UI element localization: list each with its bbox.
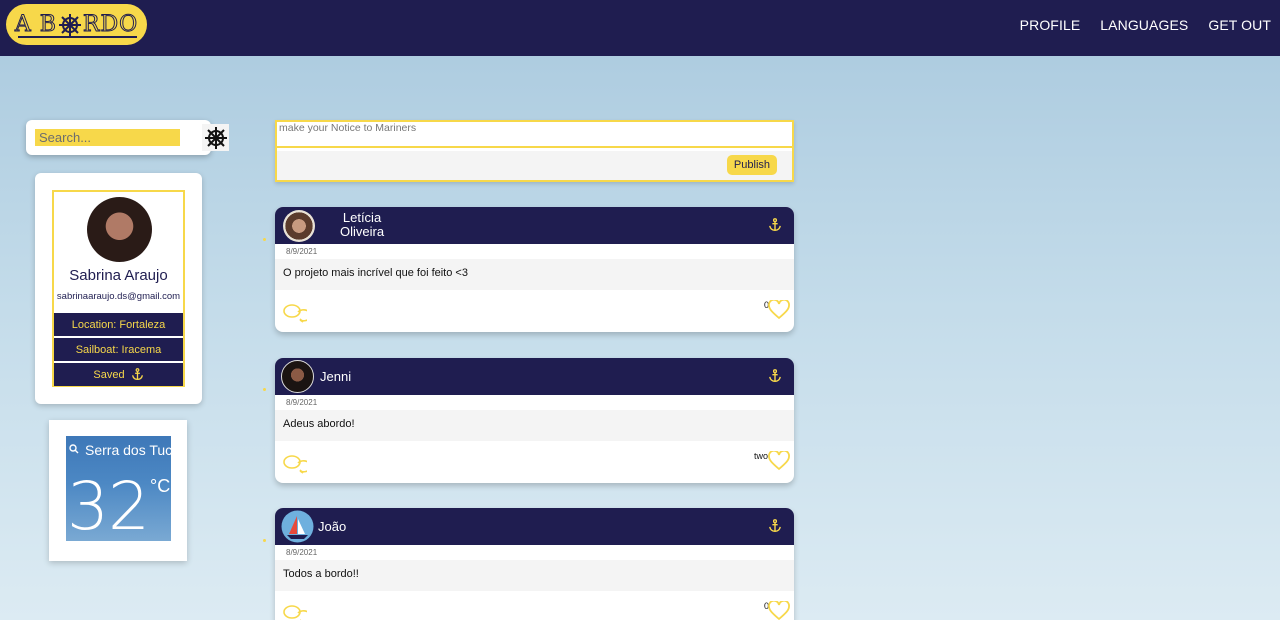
- avatar[interactable]: [87, 197, 152, 262]
- comment-icon[interactable]: [283, 454, 307, 474]
- post-date: 8/9/2021: [286, 548, 318, 557]
- abordo-logo[interactable]: A B RDO: [6, 4, 147, 45]
- bullet-dot: [263, 238, 266, 241]
- post-author[interactable]: Jenni: [320, 369, 351, 384]
- logo-text-right: RDO: [82, 12, 139, 38]
- search-card: [26, 120, 229, 155]
- logo-underline: [18, 36, 137, 38]
- nav-languages-link[interactable]: LANGUAGES: [1100, 17, 1188, 33]
- publish-button[interactable]: Publish: [726, 155, 777, 175]
- nav-profile-link[interactable]: PROFILE: [1020, 17, 1081, 33]
- logo-wordmark: A B RDO: [14, 12, 139, 38]
- author-first-name: Letícia: [342, 210, 382, 225]
- post-header: Letícia Oliveira: [275, 207, 794, 244]
- profile-card: Sabrina Araujo sabrinaaraujo.ds@gmail.co…: [35, 173, 202, 404]
- profile-email: sabrinaaraujo.ds@gmail.com: [56, 291, 181, 302]
- heart-icon[interactable]: [768, 451, 790, 471]
- anchor-icon: [131, 368, 143, 381]
- profile-details: Sabrina Araujo sabrinaaraujo.ds@gmail.co…: [52, 190, 185, 387]
- compose-toolbar: Publish: [277, 151, 792, 180]
- like-count: two: [754, 451, 769, 461]
- saved-label: Saved: [93, 368, 125, 381]
- anchor-icon[interactable]: [768, 369, 782, 383]
- post-text: O projeto mais incrível que foi feito <3: [275, 259, 794, 290]
- main-nav: PROFILE LANGUAGES GET OUT: [1020, 17, 1271, 33]
- post-date: 8/9/2021: [286, 247, 318, 256]
- search-input[interactable]: [35, 129, 180, 146]
- post-card: João 8/9/2021 Todos a bordo!! 0: [275, 508, 794, 620]
- weather-panel[interactable]: Serra dos Tuc 32 °C: [66, 436, 171, 541]
- post-author[interactable]: Letícia Oliveira: [340, 211, 384, 239]
- logo-text-left: A B: [14, 12, 57, 38]
- post-card: Letícia Oliveira 8/9/2021 O projeto mais…: [275, 207, 794, 332]
- comment-icon[interactable]: [283, 604, 307, 620]
- bullet-dot: [263, 539, 266, 542]
- post-card: Jenni 8/9/2021 Adeus abordo! two: [275, 358, 794, 483]
- weather-temperature: 32: [67, 468, 150, 541]
- weather-city: Serra dos Tuc: [85, 442, 171, 458]
- nav-get-out-link[interactable]: GET OUT: [1208, 17, 1271, 33]
- search-button[interactable]: [202, 124, 229, 151]
- saved-button[interactable]: Saved: [54, 362, 183, 386]
- heart-icon[interactable]: [768, 300, 790, 320]
- post-date: 8/9/2021: [286, 398, 318, 407]
- post-header: Jenni: [275, 358, 794, 395]
- heart-icon[interactable]: [768, 601, 790, 620]
- profile-name: Sabrina Araujo: [69, 267, 168, 284]
- post-text: Todos a bordo!!: [275, 560, 794, 591]
- ship-wheel-icon: [58, 13, 81, 36]
- ship-wheel-icon: [204, 126, 227, 149]
- post-author[interactable]: João: [318, 519, 346, 534]
- profile-sailboat: Sailboat: Iracema: [54, 337, 183, 361]
- anchor-icon[interactable]: [768, 218, 782, 232]
- weather-unit: °C: [150, 476, 171, 496]
- anchor-icon[interactable]: [768, 519, 782, 533]
- sailboat-avatar-icon[interactable]: [281, 510, 314, 543]
- weather-widget: Serra dos Tuc 32 °C: [49, 420, 187, 561]
- author-last-name: Oliveira: [340, 224, 385, 239]
- avatar[interactable]: [283, 210, 315, 242]
- search-icon: [69, 444, 79, 454]
- post-text: Adeus abordo!: [275, 410, 794, 441]
- profile-location: Location: Fortaleza: [54, 312, 183, 336]
- compose-post: Publish: [275, 120, 794, 182]
- bullet-dot: [263, 388, 266, 391]
- top-navbar: A B RDO PROFILE LANGUAGES GET OUT: [0, 0, 1280, 56]
- notice-input[interactable]: [277, 122, 792, 148]
- comment-icon[interactable]: [283, 303, 307, 323]
- avatar[interactable]: [281, 360, 314, 393]
- post-header: João: [275, 508, 794, 545]
